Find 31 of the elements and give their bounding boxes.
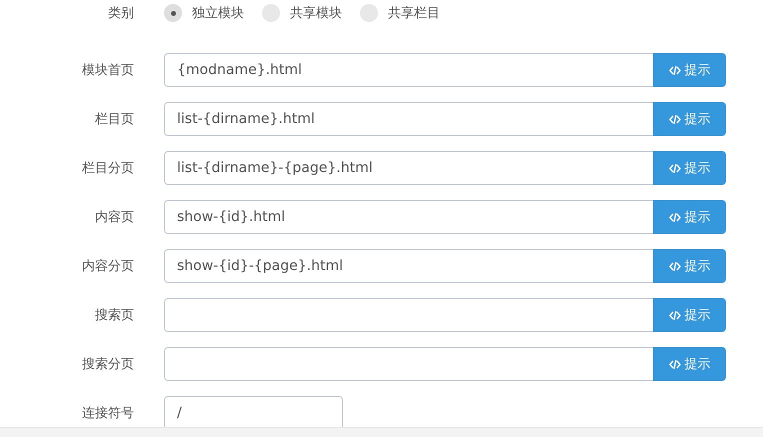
code-icon: [668, 260, 680, 272]
input-field[interactable]: {modname}.html: [164, 53, 653, 87]
radio-option[interactable]: 共享模块: [262, 4, 342, 22]
radio-option[interactable]: 共享栏目: [360, 4, 440, 22]
field-label: 栏目页: [94, 111, 134, 128]
field-label: 搜索分页: [81, 356, 134, 373]
input-field[interactable]: list-{dirname}.html: [164, 102, 653, 136]
radio-label: 共享模块: [290, 5, 342, 22]
code-icon: [668, 114, 680, 124]
code-icon: [668, 162, 680, 174]
field-label: 内容分页: [81, 258, 134, 275]
input-field[interactable]: /: [164, 396, 343, 427]
field-label: 内容页: [94, 209, 134, 226]
field-label: 类别: [107, 5, 134, 22]
input-field[interactable]: [164, 347, 653, 381]
field-label: 连接符号: [81, 405, 134, 422]
input-field[interactable]: list-{dirname}-{page}.html: [164, 151, 653, 185]
code-icon: [668, 64, 680, 76]
input-field[interactable]: [164, 298, 653, 332]
code-icon: [668, 358, 680, 370]
code-icon: [668, 310, 680, 320]
field-label: 模块首页: [81, 62, 134, 79]
field-label: 栏目分页: [81, 160, 134, 177]
field-label: 搜索页: [94, 307, 134, 324]
radio-label: 独立模块: [192, 5, 244, 22]
radio-option[interactable]: 独立模块: [164, 4, 244, 22]
input-field[interactable]: show-{id}.html: [164, 200, 653, 234]
radio-label: 共享栏目: [388, 5, 440, 22]
input-field[interactable]: show-{id}-{page}.html: [164, 249, 653, 283]
code-icon: [668, 212, 680, 222]
radio-button[interactable]: [164, 4, 182, 22]
